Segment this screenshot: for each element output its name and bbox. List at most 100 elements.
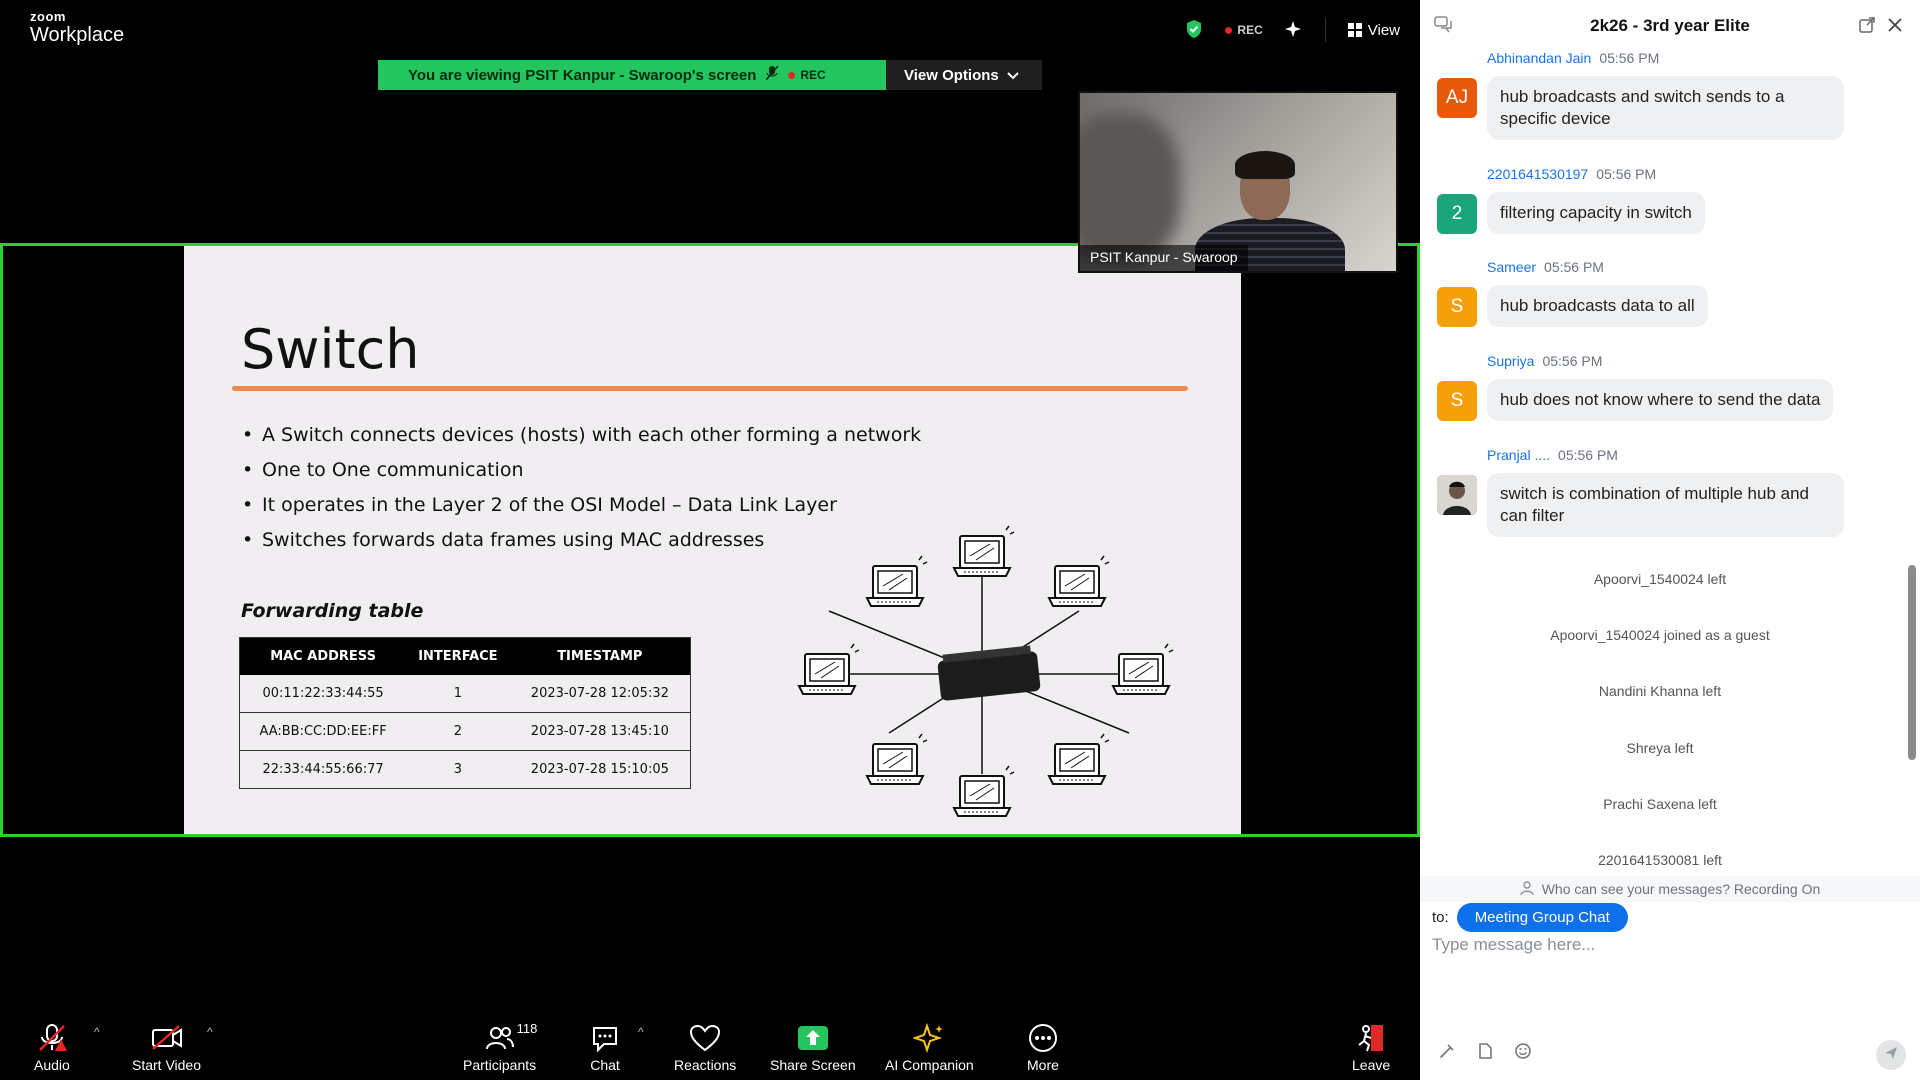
pop-out-icon[interactable] — [1858, 16, 1876, 39]
view-options-button[interactable]: View Options — [886, 60, 1042, 90]
viewing-text: You are viewing PSIT Kanpur - Swaroop's … — [408, 66, 757, 84]
sender-name: Abhinandan Jain — [1487, 50, 1592, 66]
chat-button[interactable]: Chat — [590, 1021, 620, 1073]
message-line: hub does not know where to send the data — [1500, 390, 1821, 409]
message-time: 05:56 PM — [1544, 259, 1604, 275]
column-header: MAC ADDRESS — [239, 637, 407, 675]
to-label: to: — [1432, 909, 1449, 926]
file-icon[interactable] — [1476, 1042, 1494, 1065]
table-cell: 00:11:22:33:44:55 — [239, 674, 407, 713]
zoom-logo: zoom Workplace — [30, 10, 124, 45]
laptop-left — [798, 643, 860, 695]
avatar: S — [1437, 287, 1477, 327]
divider — [1324, 18, 1326, 42]
reactions-button[interactable]: Reactions — [674, 1021, 736, 1073]
message-meta: Abhinandan Jain 05:56 PM — [1487, 50, 1659, 66]
system-message: Shreya left — [1626, 740, 1694, 756]
rec-label: REC — [1237, 23, 1263, 37]
shield-icon[interactable] — [1185, 19, 1203, 42]
who-can-see-text: Who can see your messages? Recording On — [1541, 881, 1821, 897]
table-row: 00:11:22:33:44:55 1 2023-07-28 12:05:32 — [239, 674, 691, 713]
participants-icon: 118 — [485, 1021, 537, 1055]
system-message: Prachi Saxena left — [1603, 796, 1717, 812]
recording-indicator[interactable]: REC — [1225, 23, 1263, 37]
message-bubble: filtering capacity in switch — [1487, 192, 1705, 234]
laptop-bottom-right — [1048, 733, 1110, 785]
table-header-row: MAC ADDRESS INTERFACE TIMESTAMP — [239, 637, 691, 675]
video-background — [1080, 113, 1180, 263]
grid-icon — [1347, 23, 1362, 37]
system-message: Apoorvi_1540024 joined as a guest — [1550, 627, 1770, 643]
message-input[interactable]: Type message here... — [1432, 935, 1595, 955]
message-line: specific device — [1500, 109, 1611, 128]
chevron-down-icon — [1007, 67, 1019, 84]
laptop-top — [953, 525, 1015, 577]
table-row: AA:BB:CC:DD:EE:FF 2 2023-07-28 13:45:10 — [239, 712, 691, 751]
start-video-label: Start Video — [132, 1057, 202, 1073]
ai-companion-label: AI Companion — [885, 1057, 974, 1073]
sender-name: Supriya — [1487, 353, 1535, 369]
table-cell: 22:33:44:55:66:77 — [239, 750, 407, 789]
network-switch — [937, 645, 1041, 701]
send-button[interactable] — [1876, 1040, 1906, 1070]
message-meta: Supriya 05:56 PM — [1487, 353, 1602, 369]
leave-label: Leave — [1352, 1057, 1391, 1073]
banner-rec: REC — [788, 68, 826, 82]
chat-header: 2k26 - 3rd year Elite — [1420, 0, 1920, 50]
banner-rec-label: REC — [800, 68, 826, 82]
rec-dot-icon — [788, 71, 796, 79]
laptop-bottom-left — [866, 733, 928, 785]
message-time: 05:56 PM — [1596, 166, 1657, 182]
table-cell: 2023-07-28 12:05:32 — [509, 674, 691, 713]
emoji-icon[interactable] — [1514, 1042, 1532, 1065]
table-cell: 2023-07-28 15:10:05 — [509, 750, 691, 789]
recipient-selector[interactable]: Meeting Group Chat — [1456, 903, 1628, 932]
sparkle-icon[interactable] — [1284, 20, 1303, 41]
message-line: filtering capacity in switch — [1500, 203, 1692, 222]
presenter-video[interactable]: PSIT Kanpur - Swaroop — [1078, 91, 1398, 273]
send-icon — [1883, 1045, 1899, 1066]
close-icon[interactable] — [1886, 16, 1904, 39]
who-can-see-notice[interactable]: Who can see your messages? Recording On — [1420, 876, 1920, 902]
start-video-button[interactable]: Start Video — [132, 1021, 201, 1073]
participants-button[interactable]: 118 Participants — [463, 1021, 537, 1073]
chat-title: 2k26 - 3rd year Elite — [1590, 16, 1750, 35]
share-screen-button[interactable]: Share Screen — [770, 1021, 856, 1073]
bullet-item: A Switch connects devices (hosts) with e… — [242, 424, 921, 459]
brand-top: zoom — [30, 9, 66, 24]
system-message: 2201641530081 left — [1598, 852, 1722, 868]
audio-button[interactable]: Audio — [34, 1021, 70, 1073]
message-bubble: hub broadcasts and switch sends to a spec… — [1487, 76, 1844, 140]
message-bubble: switch is combination of multiple hub an… — [1487, 473, 1844, 537]
chat-options-caret[interactable]: ^ — [638, 1025, 644, 1039]
message-bubble: hub does not know where to send the data — [1487, 379, 1834, 421]
table-cell: 1 — [406, 674, 510, 713]
message-meta: Pranjal .... 05:56 PM — [1487, 447, 1618, 463]
more-button[interactable]: More — [1027, 1021, 1059, 1073]
chat-scrollbar[interactable] — [1908, 565, 1916, 760]
sender-name: 2201641530197 — [1487, 166, 1589, 182]
table-cell: 2 — [406, 712, 510, 751]
message-line: hub broadcasts data to all — [1500, 296, 1695, 315]
zoom-window: zoom Workplace REC View You are viewing … — [0, 0, 1920, 1080]
video-options-caret[interactable]: ^ — [207, 1025, 213, 1039]
table-cell: 3 — [406, 750, 510, 789]
more-label: More — [1027, 1057, 1059, 1073]
message-line: switch is combination of multiple hub an… — [1500, 484, 1809, 503]
presenter-hair — [1235, 151, 1295, 179]
view-button[interactable]: View — [1347, 22, 1400, 39]
presentation-slide: Switch A Switch connects devices (hosts)… — [184, 246, 1241, 834]
shared-screen[interactable]: Switch A Switch connects devices (hosts)… — [0, 243, 1420, 837]
leave-button[interactable]: Leave — [1352, 1021, 1390, 1073]
system-message: Nandini Khanna left — [1598, 683, 1722, 699]
audio-options-caret[interactable]: ^ — [94, 1025, 100, 1039]
forwarding-table: MAC ADDRESS INTERFACE TIMESTAMP 00:11:22… — [239, 637, 691, 789]
ai-companion-button[interactable]: AI Companion — [885, 1021, 974, 1073]
viewing-banner: You are viewing PSIT Kanpur - Swaroop's … — [378, 60, 1042, 90]
message-time: 05:56 PM — [1599, 50, 1660, 66]
chat-tools — [1438, 1042, 1532, 1065]
format-icon[interactable] — [1438, 1042, 1456, 1065]
video-name-label: PSIT Kanpur - Swaroop — [1080, 245, 1248, 271]
meeting-toolbar: Audio ^ Start Video ^ 118 Participants C… — [0, 1015, 1420, 1080]
message-time: 05:56 PM — [1542, 353, 1603, 369]
